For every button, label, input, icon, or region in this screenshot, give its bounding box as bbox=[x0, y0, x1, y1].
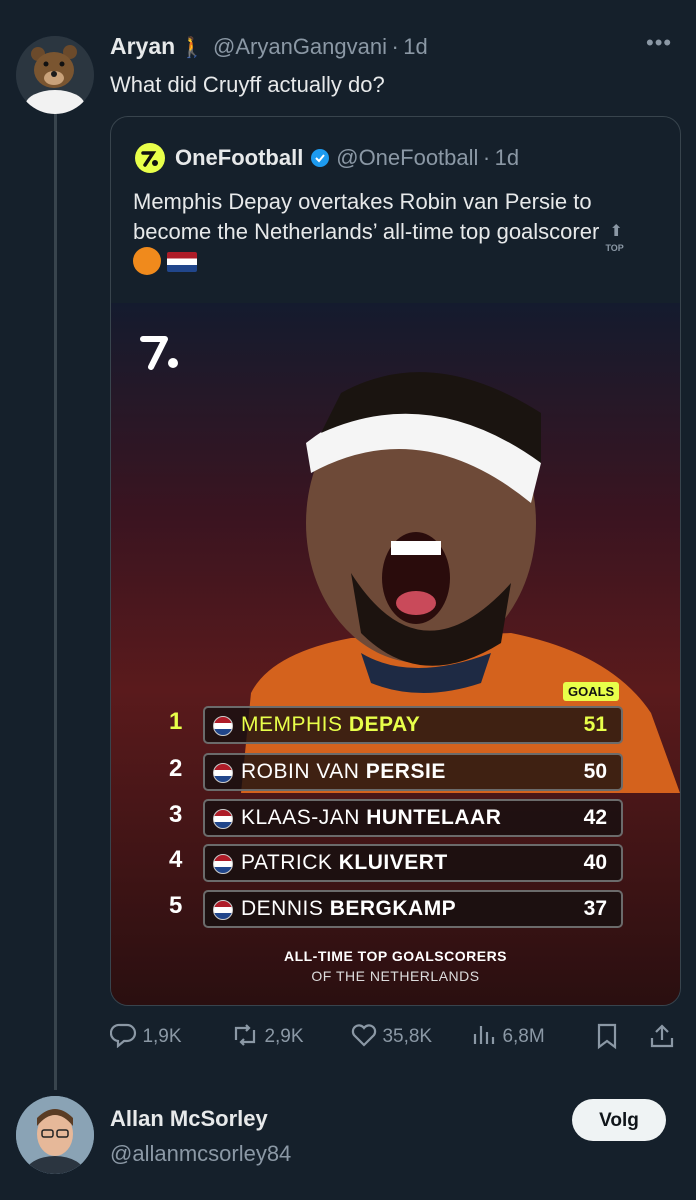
player-first-name: PATRICK bbox=[241, 851, 339, 874]
player-last-name: DEPAY bbox=[348, 713, 421, 736]
like-count: 35,8K bbox=[382, 1026, 433, 1047]
bookmark-icon[interactable] bbox=[594, 1022, 620, 1050]
author-name[interactable]: Aryan bbox=[110, 33, 175, 59]
reply-author-handle[interactable]: @allanmcsorley84 bbox=[110, 1141, 291, 1167]
views-count: 6,8M bbox=[502, 1026, 545, 1047]
player-last-name: PERSIE bbox=[365, 760, 446, 783]
reply-button[interactable]: 1,9K bbox=[109, 1022, 182, 1049]
repost-icon bbox=[234, 1024, 256, 1046]
quote-card[interactable]: OneFootball @OneFootball · 1d Memphis De… bbox=[110, 116, 681, 1006]
netherlands-flag-icon bbox=[213, 809, 233, 829]
timestamp[interactable]: 1d bbox=[403, 34, 427, 59]
tweet-header: Aryan 🚶 @AryanGangvani · 1d bbox=[110, 33, 428, 60]
player-first-name: KLAAS-JAN bbox=[241, 806, 367, 829]
onefootball-logo-icon bbox=[135, 143, 165, 173]
caption-line2: OF THE NETHERLANDS bbox=[311, 968, 480, 984]
player-name: PATRICK KLUIVERT bbox=[241, 851, 448, 875]
avatar-person-icon bbox=[16, 1096, 94, 1174]
separator-dot: · bbox=[482, 145, 491, 170]
player-first-name: ROBIN VAN bbox=[241, 760, 366, 783]
quote-timestamp[interactable]: 1d bbox=[495, 145, 519, 170]
rank-number: 2 bbox=[169, 755, 183, 782]
rank-number: 5 bbox=[169, 892, 183, 919]
avatar[interactable] bbox=[16, 36, 94, 114]
like-button[interactable]: 35,8K bbox=[350, 1022, 432, 1048]
views-button[interactable]: 6,8M bbox=[470, 1022, 545, 1048]
orange-circle-icon bbox=[133, 247, 161, 275]
player-last-name: BERGKAMP bbox=[329, 897, 457, 920]
netherlands-flag-icon bbox=[213, 900, 233, 920]
netherlands-flag-icon bbox=[213, 716, 233, 736]
separator-dot: · bbox=[391, 34, 399, 59]
more-options-icon[interactable]: ••• bbox=[646, 30, 672, 56]
netherlands-flag-icon bbox=[213, 854, 233, 874]
share-icon[interactable] bbox=[648, 1022, 676, 1050]
tweet-text: What did Cruyff actually do? bbox=[110, 72, 385, 97]
player-name: ROBIN VAN PERSIE bbox=[241, 760, 446, 784]
reply-count: 1,9K bbox=[142, 1026, 182, 1047]
goalscorer-row: ROBIN VAN PERSIE 50 bbox=[203, 753, 623, 791]
netherlands-flag-icon bbox=[167, 252, 198, 272]
author-emoji: 🚶 bbox=[179, 37, 205, 59]
author-handle[interactable]: @AryanGangvani bbox=[213, 34, 387, 59]
verified-badge-icon bbox=[310, 148, 330, 168]
goals-label: GOALS bbox=[563, 682, 620, 701]
player-first-name: DENNIS bbox=[241, 897, 330, 920]
heart-icon bbox=[351, 1024, 377, 1047]
goal-count: 50 bbox=[583, 760, 607, 783]
quote-text-body: Memphis Depay overtakes Robin van Persie… bbox=[133, 189, 600, 244]
goal-count: 37 bbox=[583, 897, 607, 920]
goal-count: 51 bbox=[583, 713, 607, 736]
player-last-name: KLUIVERT bbox=[338, 851, 448, 874]
player-name: KLAAS-JAN HUNTELAAR bbox=[241, 806, 501, 830]
reply-author-name[interactable]: Allan McSorley bbox=[110, 1106, 268, 1132]
goal-count: 42 bbox=[583, 806, 607, 829]
player-last-name: HUNTELAAR bbox=[366, 806, 502, 829]
quote-author-handle[interactable]: @OneFootball bbox=[336, 145, 478, 170]
media-graphic[interactable]: GOALS ALL-TIME TOP GOALSCORERS OF THE NE… bbox=[111, 303, 680, 1005]
onefootball-logo-icon bbox=[140, 336, 178, 370]
goalscorer-row: MEMPHIS DEPAY 51 bbox=[203, 706, 623, 744]
player-name: DENNIS BERGKAMP bbox=[241, 897, 456, 921]
follow-button[interactable]: Volg bbox=[572, 1099, 666, 1141]
rank-number: 3 bbox=[169, 801, 183, 828]
quote-text: Memphis Depay overtakes Robin van Persie… bbox=[133, 187, 663, 277]
player-name: MEMPHIS DEPAY bbox=[241, 713, 420, 737]
rank-number: 4 bbox=[169, 846, 183, 873]
top-arrow-icon: ⬆ TOP bbox=[605, 223, 624, 253]
netherlands-flag-icon bbox=[213, 763, 233, 783]
goal-count: 40 bbox=[583, 851, 607, 874]
player-first-name: MEMPHIS bbox=[241, 713, 349, 736]
quote-author-name[interactable]: OneFootball bbox=[175, 145, 303, 170]
avatar-bear-icon bbox=[16, 36, 94, 114]
goalscorer-row: DENNIS BERGKAMP 37 bbox=[203, 890, 623, 928]
thread-line bbox=[54, 104, 57, 1090]
caption-line1: ALL-TIME TOP GOALSCORERS bbox=[283, 948, 508, 964]
reply-icon bbox=[109, 1023, 137, 1049]
views-chart-icon bbox=[473, 1026, 495, 1044]
repost-button[interactable]: 2,9K bbox=[230, 1022, 304, 1048]
avatar[interactable] bbox=[16, 1096, 94, 1174]
rank-number: 1 bbox=[169, 708, 183, 735]
repost-count: 2,9K bbox=[264, 1026, 304, 1047]
goalscorer-row: KLAAS-JAN HUNTELAAR 42 bbox=[203, 799, 623, 837]
action-bar: 1,9K 2,9K 35,8K 6,8M bbox=[109, 1022, 680, 1052]
goalscorer-row: PATRICK KLUIVERT 40 bbox=[203, 844, 623, 882]
quote-header: OneFootball @OneFootball · 1d bbox=[175, 145, 519, 171]
